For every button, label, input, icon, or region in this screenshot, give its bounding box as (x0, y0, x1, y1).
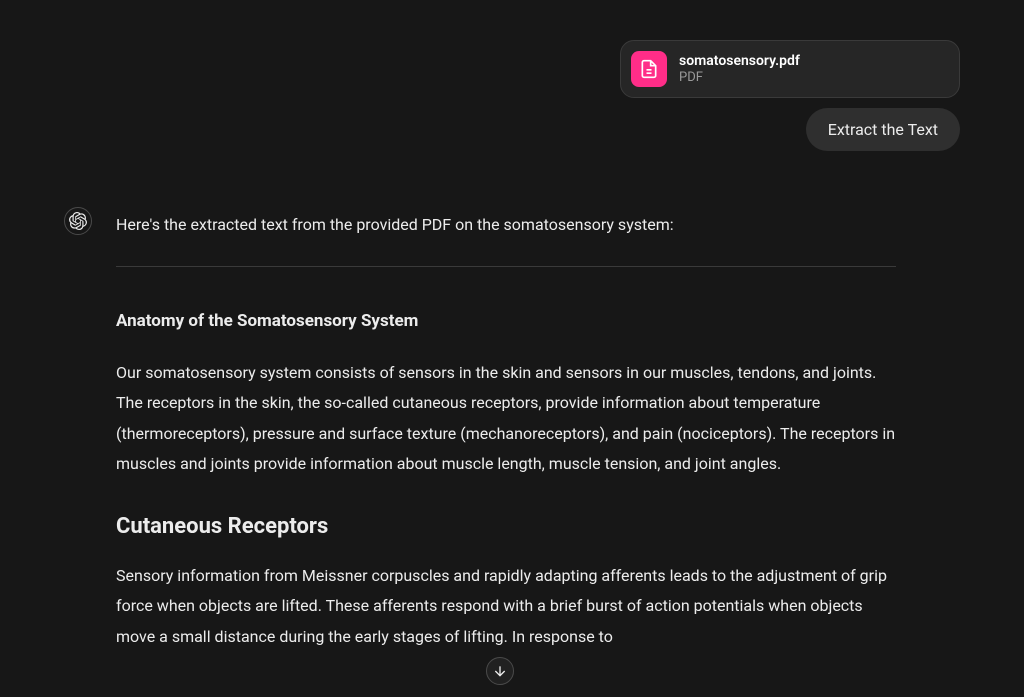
section-heading-cutaneous: Cutaneous Receptors (116, 508, 896, 545)
assistant-content: Here's the extracted text from the provi… (116, 211, 896, 680)
user-message-text: Extract the Text (828, 120, 938, 139)
user-message: Extract the Text (806, 108, 960, 151)
file-attachment[interactable]: somatosensory.pdf PDF (620, 40, 960, 98)
section-title-anatomy: Anatomy of the Somatosensory System (116, 307, 896, 336)
file-type: PDF (679, 70, 800, 86)
assistant-intro: Here's the extracted text from the provi… (116, 211, 896, 238)
user-turn: somatosensory.pdf PDF Extract the Text (64, 40, 960, 151)
divider (116, 266, 896, 267)
scroll-to-bottom-button[interactable] (486, 657, 514, 685)
assistant-avatar-icon (64, 207, 92, 235)
file-icon (631, 51, 667, 87)
file-name: somatosensory.pdf (679, 53, 800, 70)
assistant-turn: Here's the extracted text from the provi… (64, 211, 960, 680)
conversation-container: somatosensory.pdf PDF Extract the Text H… (0, 0, 1024, 680)
arrow-down-icon (492, 663, 508, 679)
file-meta: somatosensory.pdf PDF (679, 53, 800, 85)
section-body-cutaneous: Sensory information from Meissner corpus… (116, 561, 896, 652)
section-body-anatomy: Our somatosensory system consists of sen… (116, 358, 896, 480)
